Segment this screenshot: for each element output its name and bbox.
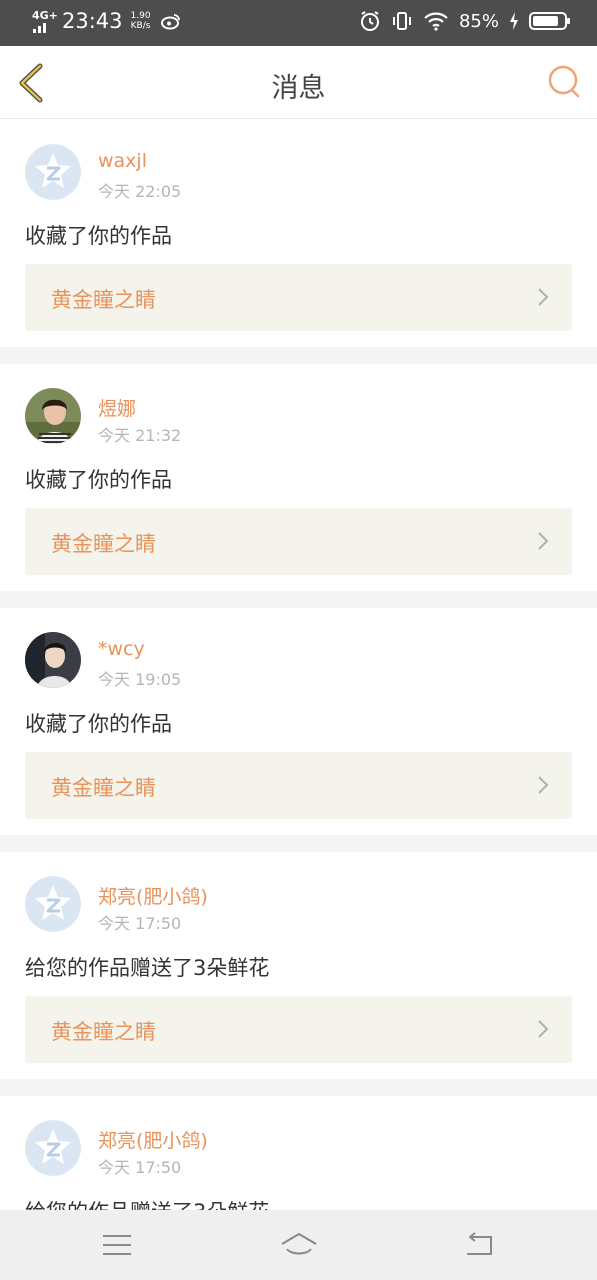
status-bar: 4G+ 23:43 1.90 KB/s 85% (0, 0, 597, 46)
message-text: 给您的作品赠送了3朵鲜花 (25, 956, 270, 980)
work-title: 黄金瞳之睛 (51, 1020, 156, 1044)
avatar[interactable] (25, 876, 81, 932)
page-title: 消息 (271, 73, 326, 104)
battery-icon (529, 12, 570, 30)
avatar[interactable] (25, 1120, 81, 1176)
timestamp: 今天 22:05 (98, 182, 182, 201)
clock: 23:43 (62, 9, 123, 33)
default-avatar-icon (25, 876, 81, 932)
chevron-right-icon (538, 776, 549, 794)
search-button[interactable] (547, 64, 581, 100)
chevron-right-icon (538, 1020, 549, 1038)
message-text: 收藏了你的作品 (25, 224, 172, 248)
divider (0, 1079, 597, 1096)
signal-icon: 4G+ (30, 8, 58, 34)
back-icon[interactable] (463, 1230, 497, 1260)
avatar[interactable] (25, 632, 81, 688)
weibo-icon (160, 14, 180, 30)
message-text: 收藏了你的作品 (25, 468, 172, 492)
avatar[interactable] (25, 388, 81, 444)
alarm-icon (360, 11, 379, 31)
work-link[interactable]: 黄金瞳之睛 (25, 264, 572, 331)
message-list: waxjl 今天 22:05 收藏了你的作品 黄金瞳之睛 煜娜 今天 21:32… (0, 120, 597, 1280)
timestamp: 今天 17:50 (98, 914, 182, 933)
divider (0, 835, 597, 852)
network-speed-unit: KB/s (130, 21, 151, 31)
network-speed-value: 1.90 (130, 11, 151, 21)
user-photo-icon (25, 388, 81, 444)
username[interactable]: 煜娜 (98, 394, 136, 421)
user-photo-icon (25, 632, 81, 688)
timestamp: 今天 19:05 (98, 670, 182, 689)
avatar[interactable] (25, 144, 81, 200)
work-title: 黄金瞳之睛 (51, 776, 156, 800)
timestamp: 今天 21:32 (98, 426, 182, 445)
work-link[interactable]: 黄金瞳之睛 (25, 508, 572, 575)
username[interactable]: 郑亮(肥小鸽) (98, 1126, 208, 1153)
username[interactable]: waxjl (98, 150, 147, 172)
username[interactable]: 郑亮(肥小鸽) (98, 882, 208, 909)
message-card: 郑亮(肥小鸽) 今天 17:50 给您的作品赠送了3朵鲜花 黄金瞳之睛 (0, 852, 597, 1079)
timestamp: 今天 17:50 (98, 1158, 182, 1177)
network-speed: 1.90 KB/s (131, 11, 151, 31)
work-link[interactable]: 黄金瞳之睛 (25, 996, 572, 1063)
default-avatar-icon (25, 144, 81, 200)
system-nav-bar (0, 1210, 597, 1280)
work-link[interactable]: 黄金瞳之睛 (25, 752, 572, 819)
wifi-icon (424, 12, 448, 31)
chevron-right-icon (538, 288, 549, 306)
work-title: 黄金瞳之睛 (51, 532, 156, 556)
divider (0, 347, 597, 364)
vibrate-icon (392, 12, 411, 30)
divider (0, 591, 597, 608)
charging-icon (510, 12, 518, 30)
message-card: waxjl 今天 22:05 收藏了你的作品 黄金瞳之睛 (0, 120, 597, 347)
battery-percent: 85% (458, 10, 499, 32)
chevron-right-icon (538, 532, 549, 550)
username[interactable]: *wcy (98, 638, 145, 660)
menu-icon[interactable] (100, 1230, 134, 1260)
network-type: 4G+ (32, 9, 58, 22)
message-card: 煜娜 今天 21:32 收藏了你的作品 黄金瞳之睛 (0, 364, 597, 591)
work-title: 黄金瞳之睛 (51, 288, 156, 312)
app-header: 消息 (0, 46, 597, 119)
home-icon[interactable] (279, 1230, 319, 1260)
message-card: *wcy 今天 19:05 收藏了你的作品 黄金瞳之睛 (0, 608, 597, 835)
default-avatar-icon (25, 1120, 81, 1176)
message-text: 收藏了你的作品 (25, 712, 172, 736)
